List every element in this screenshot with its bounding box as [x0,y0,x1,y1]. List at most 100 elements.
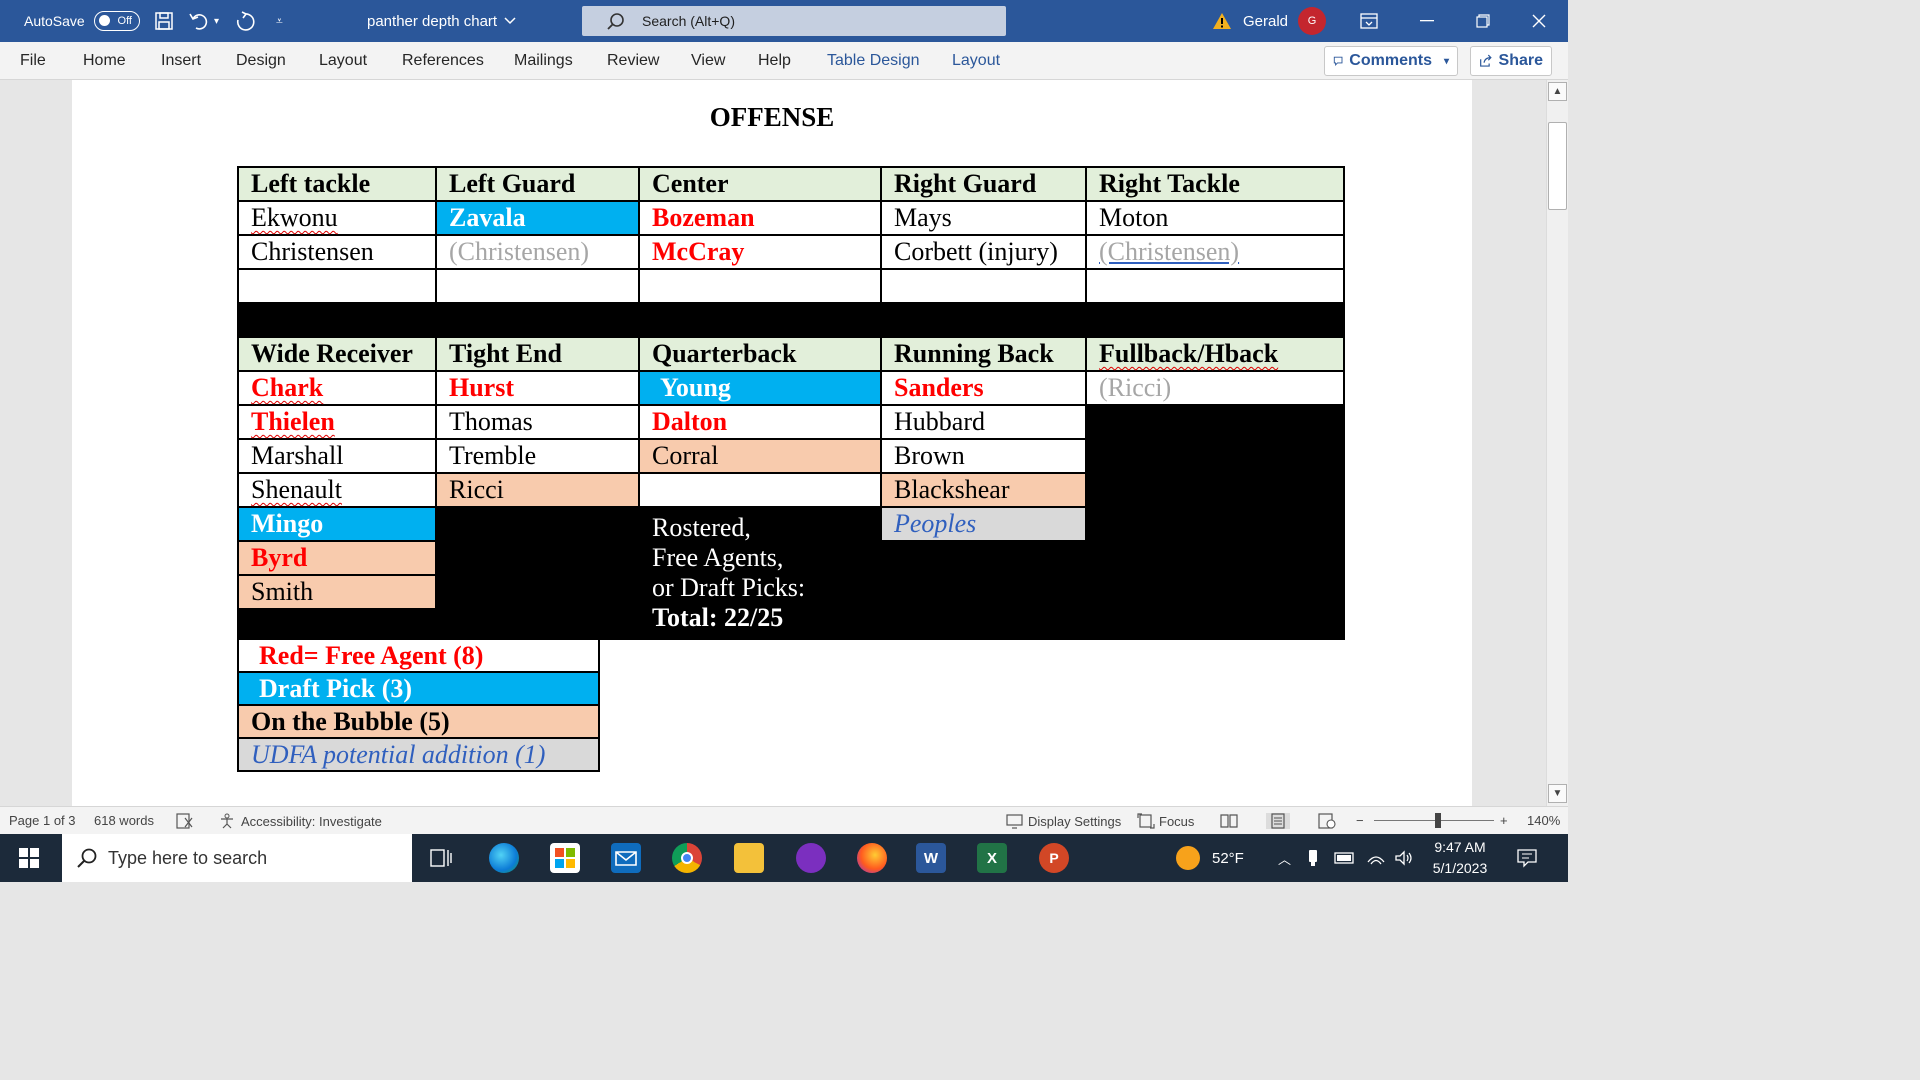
zoom-slider[interactable] [1374,820,1494,821]
tab-view[interactable]: View [691,52,725,70]
customize-toolbar-icon[interactable]: ⩡ [276,0,283,42]
redo-icon[interactable] [234,0,256,42]
table-cell[interactable]: Byrd [237,540,437,576]
firefox-icon[interactable] [857,843,887,873]
table-cell[interactable]: Blackshear [880,472,1087,508]
table-cell[interactable]: (Ricci) [1085,370,1345,406]
tab-table-layout[interactable]: Layout [952,52,1000,70]
table-cell[interactable]: Zavala [435,200,640,236]
table-cell[interactable]: Thielen [237,404,437,440]
tab-home[interactable]: Home [83,52,126,70]
edge-icon[interactable] [489,843,519,873]
battery-icon[interactable] [1334,834,1356,882]
mail-icon[interactable] [611,843,641,873]
table-cell[interactable]: Bozeman [638,200,882,236]
focus-button[interactable]: Focus [1137,813,1194,829]
user-name[interactable]: Gerald [1243,0,1288,42]
chrome-icon[interactable] [672,843,702,873]
accessibility-status[interactable]: Accessibility: Investigate [219,813,382,829]
vertical-scrollbar[interactable]: ▲ ▼ [1546,80,1568,806]
tab-review[interactable]: Review [607,52,659,70]
search-input[interactable]: Search (Alt+Q) [582,6,1006,36]
depth-chart-table[interactable]: Left tackle Left Guard Center Right Guar… [237,166,1345,640]
table-cell[interactable]: Corbett (injury) [880,234,1087,270]
taskbar-search-input[interactable]: Type here to search [62,834,412,882]
avatar[interactable]: G [1298,0,1326,42]
store-icon[interactable] [550,843,580,873]
table-cell[interactable] [638,472,882,508]
table-cell[interactable]: Tremble [435,438,640,474]
tab-references[interactable]: References [402,52,484,70]
word-count[interactable]: 618 words [94,813,154,828]
table-cell[interactable]: (Christensen) [435,234,640,270]
volume-icon[interactable] [1394,834,1414,882]
clock[interactable]: 9:47 AM 5/1/2023 [1426,837,1494,879]
table-cell[interactable]: Sanders [880,370,1087,406]
close-icon[interactable] [1532,0,1546,42]
tab-help[interactable]: Help [758,52,791,70]
table-cell[interactable]: Thomas [435,404,640,440]
table-cell[interactable]: Hurst [435,370,640,406]
legend-free-agent[interactable]: Red= Free Agent (8) [237,638,600,673]
tab-mailings[interactable]: Mailings [514,52,573,70]
proofing-icon[interactable] [176,813,194,829]
header-right-tackle[interactable]: Right Tackle [1085,166,1345,202]
legend-table[interactable]: Red= Free Agent (8) Draft Pick (3) On th… [237,638,600,772]
word-icon[interactable]: W [916,843,946,873]
minimize-icon[interactable] [1420,0,1434,42]
restore-icon[interactable] [1476,0,1490,42]
legend-udfa[interactable]: UDFA potential addition (1) [237,737,600,772]
document-name[interactable]: panther depth chart [367,0,517,42]
zoom-level[interactable]: 140% [1527,813,1560,828]
table-cell[interactable]: Ricci [435,472,640,508]
ribbon-display-icon[interactable] [1360,0,1378,42]
file-explorer-icon[interactable] [734,843,764,873]
roster-total-note[interactable]: Rostered, Free Agents, or Draft Picks: T… [638,506,882,640]
excel-icon[interactable]: X [977,843,1007,873]
table-cell[interactable]: Moton [1085,200,1345,236]
undo-icon[interactable] [188,0,210,42]
table-cell[interactable]: Shenault [237,472,437,508]
table-cell[interactable]: Mingo [237,506,437,542]
share-button[interactable]: Share [1470,46,1552,76]
tab-insert[interactable]: Insert [161,52,201,70]
table-cell[interactable]: Mays [880,200,1087,236]
header-left-tackle[interactable]: Left tackle [237,166,437,202]
table-cell[interactable] [237,268,437,304]
header-center[interactable]: Center [638,166,882,202]
app-icon[interactable] [796,843,826,873]
table-cell[interactable] [1085,268,1345,304]
weather-widget[interactable]: 52°F [1176,834,1244,882]
document-page[interactable]: OFFENSE Left tackle Left Guard Center Ri… [72,80,1472,806]
table-cell[interactable]: Corral [638,438,882,474]
display-settings-button[interactable]: Display Settings [1006,813,1121,829]
save-icon[interactable] [154,0,174,42]
tab-table-design[interactable]: Table Design [827,52,920,70]
web-layout-icon[interactable] [1318,813,1336,829]
table-cell[interactable]: Young [638,370,882,406]
header-left-guard[interactable]: Left Guard [435,166,640,202]
warning-icon[interactable] [1212,0,1232,42]
undo-dropdown-icon[interactable]: ▾ [214,0,219,42]
table-cell[interactable]: McCray [638,234,882,270]
task-view-icon[interactable] [430,848,452,873]
print-layout-icon[interactable] [1266,813,1290,829]
table-cell[interactable] [638,268,882,304]
tab-file[interactable]: File [20,52,46,70]
chevron-up-icon[interactable]: ︿ [1278,834,1291,882]
autosave-toggle[interactable]: Off [94,0,140,42]
windows-start-icon[interactable] [19,848,39,873]
header-fullback[interactable]: Fullback/Hback [1085,336,1345,372]
table-cell[interactable]: Marshall [237,438,437,474]
legend-bubble[interactable]: On the Bubble (5) [237,704,600,739]
tab-layout[interactable]: Layout [319,52,367,70]
table-cell[interactable]: Brown [880,438,1087,474]
header-running-back[interactable]: Running Back [880,336,1087,372]
notifications-icon[interactable] [1516,834,1538,882]
table-cell[interactable] [880,268,1087,304]
header-quarterback[interactable]: Quarterback [638,336,882,372]
header-right-guard[interactable]: Right Guard [880,166,1087,202]
powerpoint-icon[interactable]: P [1039,843,1069,873]
zoom-out-icon[interactable]: − [1356,813,1364,828]
scroll-down-icon[interactable]: ▼ [1548,784,1567,803]
